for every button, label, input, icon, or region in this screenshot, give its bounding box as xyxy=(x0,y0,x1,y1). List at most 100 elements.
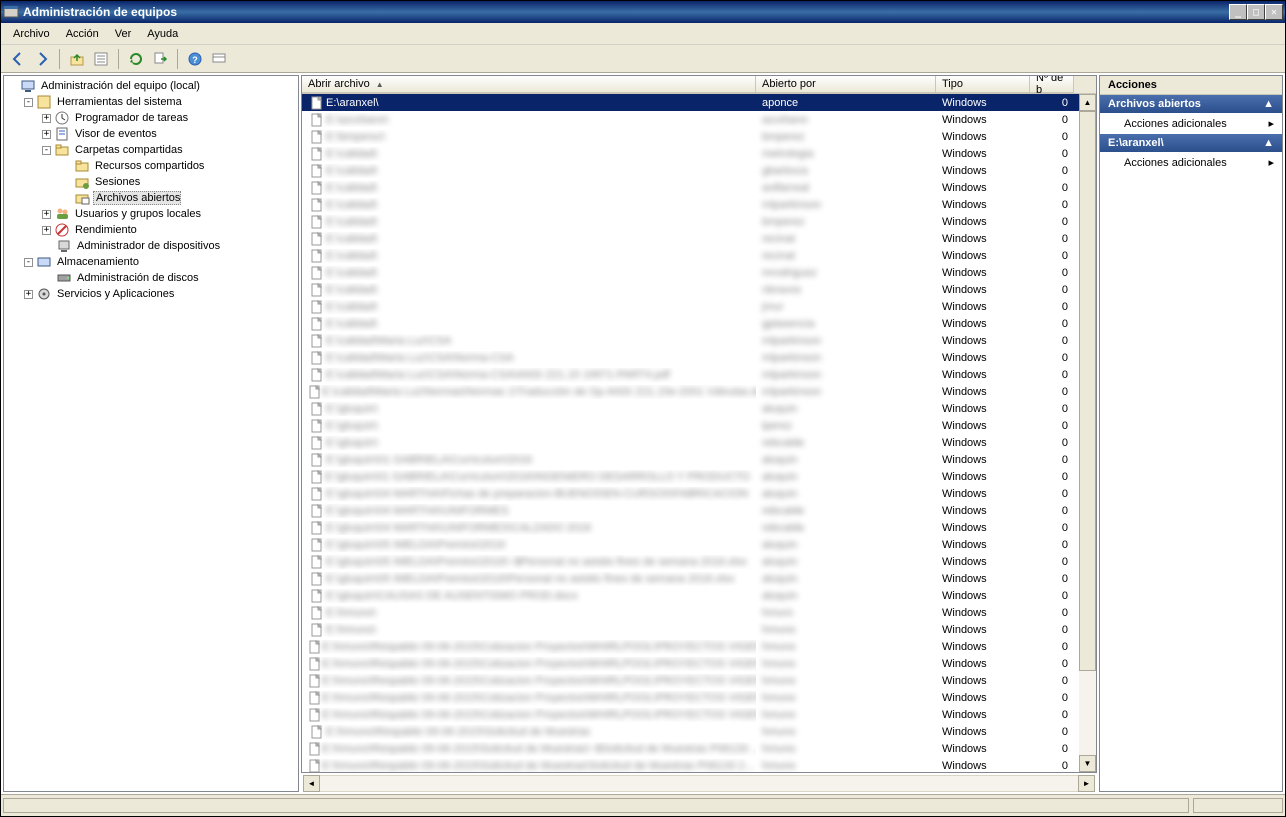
menu-ver[interactable]: Ver xyxy=(107,26,140,42)
table-row[interactable]: E:\gluquin\CAUSAS DE AUSENTISMO PROD.doc… xyxy=(302,587,1096,604)
menu-accion[interactable]: Acción xyxy=(58,26,107,42)
table-row[interactable]: E:\gluquin\04 MARTHA\UNIFORMESrebcaldeWi… xyxy=(302,502,1096,519)
column-header-type[interactable]: Tipo xyxy=(936,76,1030,93)
export-button[interactable] xyxy=(149,48,171,70)
scroll-left-button[interactable]: ◄ xyxy=(303,775,320,792)
menu-ayuda[interactable]: Ayuda xyxy=(139,26,186,42)
table-row[interactable]: E:\calidad\recinatWindows0 xyxy=(302,230,1096,247)
table-row[interactable]: E:\calidad\recinatWindows0 xyxy=(302,247,1096,264)
cell-file: E:\gluquin\01 GABRIELA\Curriculum\2016\I… xyxy=(325,471,750,483)
help-button[interactable]: ? xyxy=(184,48,206,70)
table-row[interactable]: E:\calidad\Maria Luz\Normas\Normas 1\Tra… xyxy=(302,383,1096,400)
scroll-up-button[interactable]: ▲ xyxy=(1079,94,1096,111)
tree-expander-icon[interactable]: + xyxy=(24,290,33,299)
tree-expander-icon[interactable]: + xyxy=(42,210,51,219)
vertical-scrollbar[interactable]: ▲ ▼ xyxy=(1079,94,1096,772)
file-icon xyxy=(308,147,326,161)
cell-file: E:\gluquin\ xyxy=(326,420,378,432)
table-row[interactable]: E:\hmuno\hmuroWindows0 xyxy=(302,604,1096,621)
tree-node[interactable]: Administrador de dispositivos xyxy=(6,238,296,254)
column-header-user[interactable]: Abierto por xyxy=(756,76,936,93)
properties-button[interactable] xyxy=(90,48,112,70)
table-row[interactable]: E:\calidad\mlparkinsonWindows0 xyxy=(302,196,1096,213)
tree-node[interactable]: Administración del equipo (local) xyxy=(6,78,296,94)
table-row[interactable]: E:\gluquin\01 GABRIELA\Curriculum\2016\I… xyxy=(302,468,1096,485)
table-row[interactable]: E:\gluquin\05 IMELDA\Premios\2016aluquin… xyxy=(302,536,1096,553)
table-row[interactable]: E:\gluquin\05 IMELDA\Premios\2016\~$Pers… xyxy=(302,553,1096,570)
table-row[interactable]: E:\hmuno\Respaldo 09-06-2015\Cotizacion … xyxy=(302,655,1096,672)
list-body[interactable]: E:\aranxel\aponceWindows0E:\azurbano\azu… xyxy=(302,94,1096,772)
maximize-button[interactable]: □ xyxy=(1247,4,1265,20)
actions-link[interactable]: Acciones adicionales▸ xyxy=(1100,113,1282,134)
tree-node[interactable]: +Rendimiento xyxy=(6,222,296,238)
table-row[interactable]: E:\hmuno\Respaldo 09-06-2015\Cotizacion … xyxy=(302,706,1096,723)
up-folder-button[interactable] xyxy=(66,48,88,70)
tree-node[interactable]: -Carpetas compartidas xyxy=(6,142,296,158)
actions-group-header[interactable]: Archivos abiertos▲ xyxy=(1100,95,1282,113)
scroll-right-button[interactable]: ► xyxy=(1078,775,1095,792)
table-row[interactable]: E:\calidad\Maria Luz\CSAmlparkinsonWindo… xyxy=(302,332,1096,349)
file-icon xyxy=(308,708,322,722)
tree-node[interactable]: Archivos abiertos xyxy=(6,190,296,206)
minimize-button[interactable]: _ xyxy=(1229,4,1247,20)
disconnect-button[interactable] xyxy=(208,48,230,70)
tree-node[interactable]: -Herramientas del sistema xyxy=(6,94,296,110)
table-row[interactable]: E:\aranxel\aponceWindows0 xyxy=(302,94,1096,111)
table-row[interactable]: E:\bmperez\bmperezWindows0 xyxy=(302,128,1096,145)
table-row[interactable]: E:\hmuno\Respaldo 09-06-2015\Solicitud d… xyxy=(302,723,1096,740)
scrollbar-thumb[interactable] xyxy=(1079,111,1096,671)
table-row[interactable]: E:\gluquin\lperezWindows0 xyxy=(302,417,1096,434)
tree-expander-icon[interactable]: + xyxy=(42,226,51,235)
tree-node[interactable]: Sesiones xyxy=(6,174,296,190)
horizontal-scrollbar[interactable]: ◄ ► xyxy=(303,775,1095,792)
tree-node[interactable]: +Programador de tareas xyxy=(6,110,296,126)
table-row[interactable]: E:\hmuno\Respaldo 09-06-2015\Solicitud d… xyxy=(302,740,1096,757)
table-row[interactable]: E:\gluquin\05 IMELDA\Premios\2016\Person… xyxy=(302,570,1096,587)
tree-node[interactable]: +Usuarios y grupos locales xyxy=(6,206,296,222)
table-row[interactable]: E:\calidad\metrologiaWindows0 xyxy=(302,145,1096,162)
table-row[interactable]: E:\calidad\gbarbozaWindows0 xyxy=(302,162,1096,179)
table-row[interactable]: E:\calidad\avillarrealWindows0 xyxy=(302,179,1096,196)
menu-archivo[interactable]: Archivo xyxy=(5,26,58,42)
tree-node[interactable]: -Almacenamiento xyxy=(6,254,296,270)
column-header-locks[interactable]: Nº de b xyxy=(1030,76,1074,93)
table-row[interactable]: E:\gluquin\01 GABRIELA\Curriculum\2016al… xyxy=(302,451,1096,468)
refresh-button[interactable] xyxy=(125,48,147,70)
table-row[interactable]: E:\calidad\jmurWindows0 xyxy=(302,298,1096,315)
scroll-down-button[interactable]: ▼ xyxy=(1079,755,1096,772)
tree-node[interactable]: Recursos compartidos xyxy=(6,158,296,174)
column-header-file[interactable]: Abrir archivo▲ xyxy=(302,76,756,93)
table-row[interactable]: E:\hmuno\Respaldo 09-06-2015\Solicitud d… xyxy=(302,757,1096,772)
tree-expander-icon[interactable]: - xyxy=(24,258,33,267)
tree-expander-icon[interactable]: - xyxy=(24,98,33,107)
table-row[interactable]: E:\hmuno\Respaldo 09-06-2015\Cotizacion … xyxy=(302,638,1096,655)
table-row[interactable]: E:\calidad\gplasenciaWindows0 xyxy=(302,315,1096,332)
table-row[interactable]: E:\hmuno\Respaldo 09-06-2015\Cotizacion … xyxy=(302,689,1096,706)
close-button[interactable]: ✕ xyxy=(1265,4,1283,20)
tree-expander-icon[interactable]: + xyxy=(42,114,51,123)
table-row[interactable]: E:\calidad\Maria Luz\CSA\Norma-CSAmlpark… xyxy=(302,349,1096,366)
table-row[interactable]: E:\hmuno\Respaldo 09-06-2015\Cotizacion … xyxy=(302,672,1096,689)
actions-group-header[interactable]: E:\aranxel\▲ xyxy=(1100,134,1282,152)
table-row[interactable]: E:\gluquin\04 MARTHA\UNIFORMES\CALZADO 2… xyxy=(302,519,1096,536)
scrollbar-track[interactable] xyxy=(320,775,1078,792)
forward-button[interactable] xyxy=(31,48,53,70)
table-row[interactable]: E:\gluquin\rebcaldeWindows0 xyxy=(302,434,1096,451)
back-button[interactable] xyxy=(7,48,29,70)
table-row[interactable]: E:\hmuno\hmunoWindows0 xyxy=(302,621,1096,638)
table-row[interactable]: E:\gluquin\aluquinWindows0 xyxy=(302,400,1096,417)
tree-panel[interactable]: Administración del equipo (local)-Herram… xyxy=(3,75,299,792)
table-row[interactable]: E:\calidad\nbravosWindows0 xyxy=(302,281,1096,298)
actions-link[interactable]: Acciones adicionales▸ xyxy=(1100,152,1282,173)
tree-node[interactable]: +Servicios y Aplicaciones xyxy=(6,286,296,302)
tree-node[interactable]: +Visor de eventos xyxy=(6,126,296,142)
table-row[interactable]: E:\calidad\bmperezWindows0 xyxy=(302,213,1096,230)
table-row[interactable]: E:\calidad\mrodriguezWindows0 xyxy=(302,264,1096,281)
tree-expander-icon[interactable]: + xyxy=(42,130,51,139)
table-row[interactable]: E:\azurbano\azurbanoWindows0 xyxy=(302,111,1096,128)
tree-expander-icon[interactable]: - xyxy=(42,146,51,155)
table-row[interactable]: E:\calidad\Maria Luz\CSA\Norma-CSA\ANSI … xyxy=(302,366,1096,383)
tree-node[interactable]: Administración de discos xyxy=(6,270,296,286)
app-icon xyxy=(3,4,19,20)
table-row[interactable]: E:\gluquin\04 MARTHA\Fichas de preparaci… xyxy=(302,485,1096,502)
